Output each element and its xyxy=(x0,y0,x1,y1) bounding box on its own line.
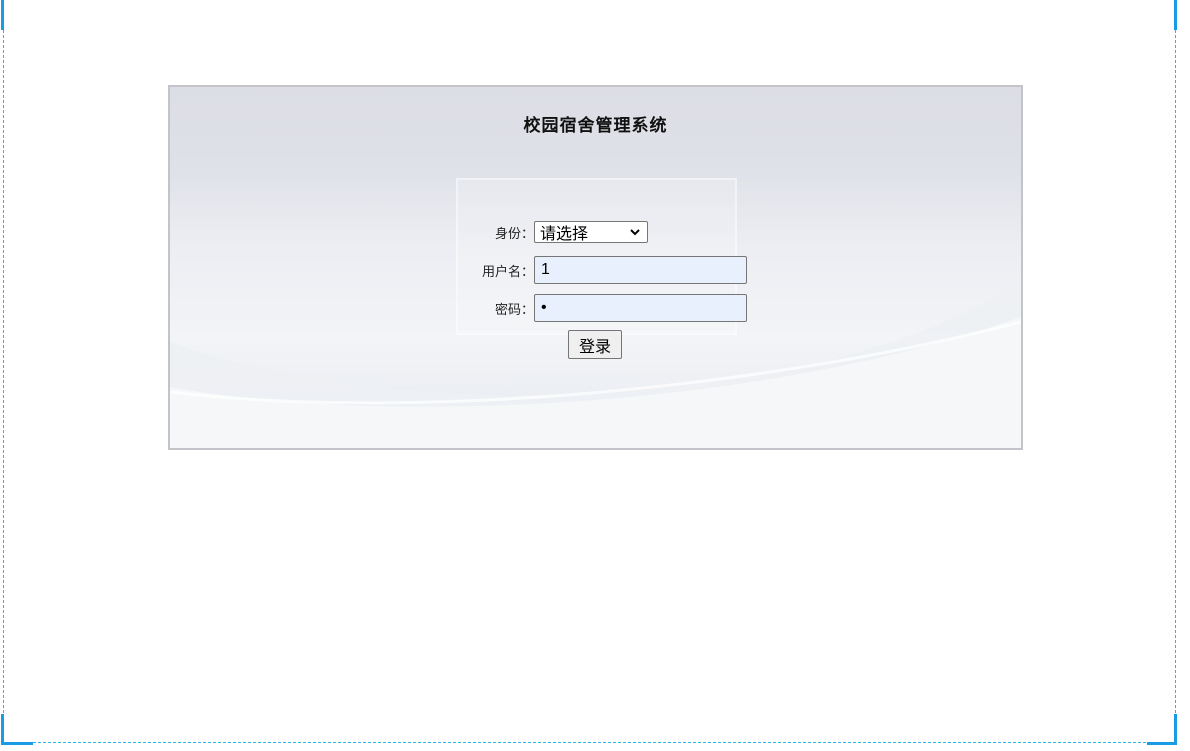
username-row: 用户名： 1 xyxy=(170,256,747,284)
identity-select[interactable]: 请选择 xyxy=(534,221,648,243)
frame-corner xyxy=(1,0,4,30)
login-panel: 校园宿舍管理系统 身份： 请选择 用户名： 1 密码： • 登录 xyxy=(168,85,1023,450)
username-label: 用户名： xyxy=(481,263,534,279)
frame-corner xyxy=(1,742,33,745)
username-input[interactable]: 1 xyxy=(534,256,747,284)
identity-label: 身份： xyxy=(494,225,534,241)
frame-corner xyxy=(1174,0,1177,30)
frame-corner xyxy=(1147,742,1177,745)
chevron-down-icon xyxy=(630,229,640,236)
password-label: 密码： xyxy=(494,301,534,317)
login-button[interactable]: 登录 xyxy=(568,330,622,359)
identity-select-value: 请选择 xyxy=(540,226,589,243)
frame-corner xyxy=(1174,714,1177,744)
frame-corner xyxy=(1,714,4,744)
password-input[interactable]: • xyxy=(534,294,747,322)
page-title: 校园宿舍管理系统 xyxy=(523,116,668,136)
password-row: 密码： • xyxy=(170,294,747,322)
identity-row: 身份： 请选择 xyxy=(170,221,648,243)
